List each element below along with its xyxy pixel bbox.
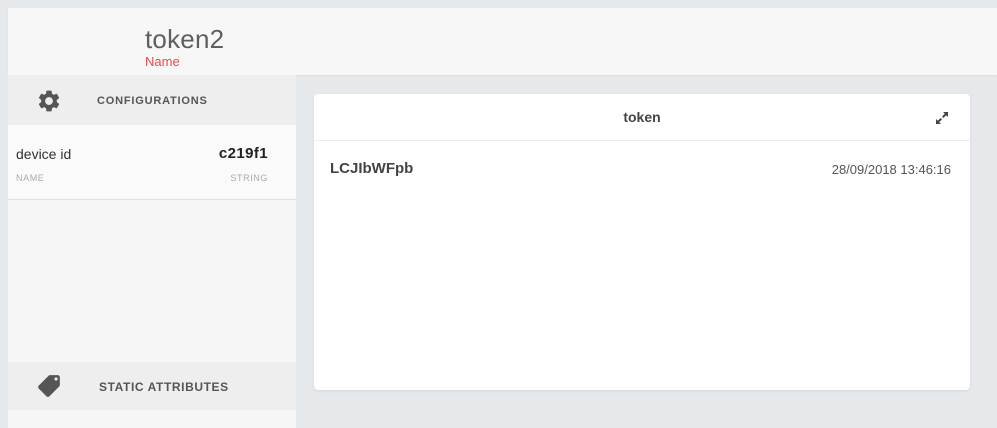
- device-subtitle: Name: [145, 54, 180, 69]
- tag-icon: [36, 373, 62, 399]
- gear-icon: [36, 88, 62, 114]
- config-type-label: STRING: [230, 173, 268, 183]
- device-title: token2: [145, 24, 225, 54]
- sidebar: CONFIGURATIONS device id c219f1 NAME STR…: [8, 75, 296, 428]
- config-value: c219f1: [218, 145, 268, 162]
- config-name-label: NAME: [16, 173, 45, 183]
- expand-icon[interactable]: [934, 110, 950, 126]
- attribute-value: LCJIbWFpb: [330, 160, 414, 177]
- attribute-timestamp: 28/09/2018 13:46:16: [831, 162, 951, 177]
- static-attributes-section-header[interactable]: STATIC ATTRIBUTES: [8, 362, 296, 410]
- static-attributes-label: STATIC ATTRIBUTES: [99, 380, 229, 394]
- configurations-section-header[interactable]: CONFIGURATIONS: [8, 75, 296, 125]
- config-row-device-id[interactable]: device id c219f1 NAME STRING: [8, 125, 296, 200]
- attribute-card: token LCJIbWFpb 28/09/2018 13:46:16: [314, 94, 970, 390]
- card-title: token: [623, 109, 661, 125]
- card-header: token: [314, 94, 970, 141]
- config-name: device id: [16, 146, 72, 162]
- configurations-label: CONFIGURATIONS: [97, 95, 208, 107]
- device-header: token2 Name: [8, 8, 997, 75]
